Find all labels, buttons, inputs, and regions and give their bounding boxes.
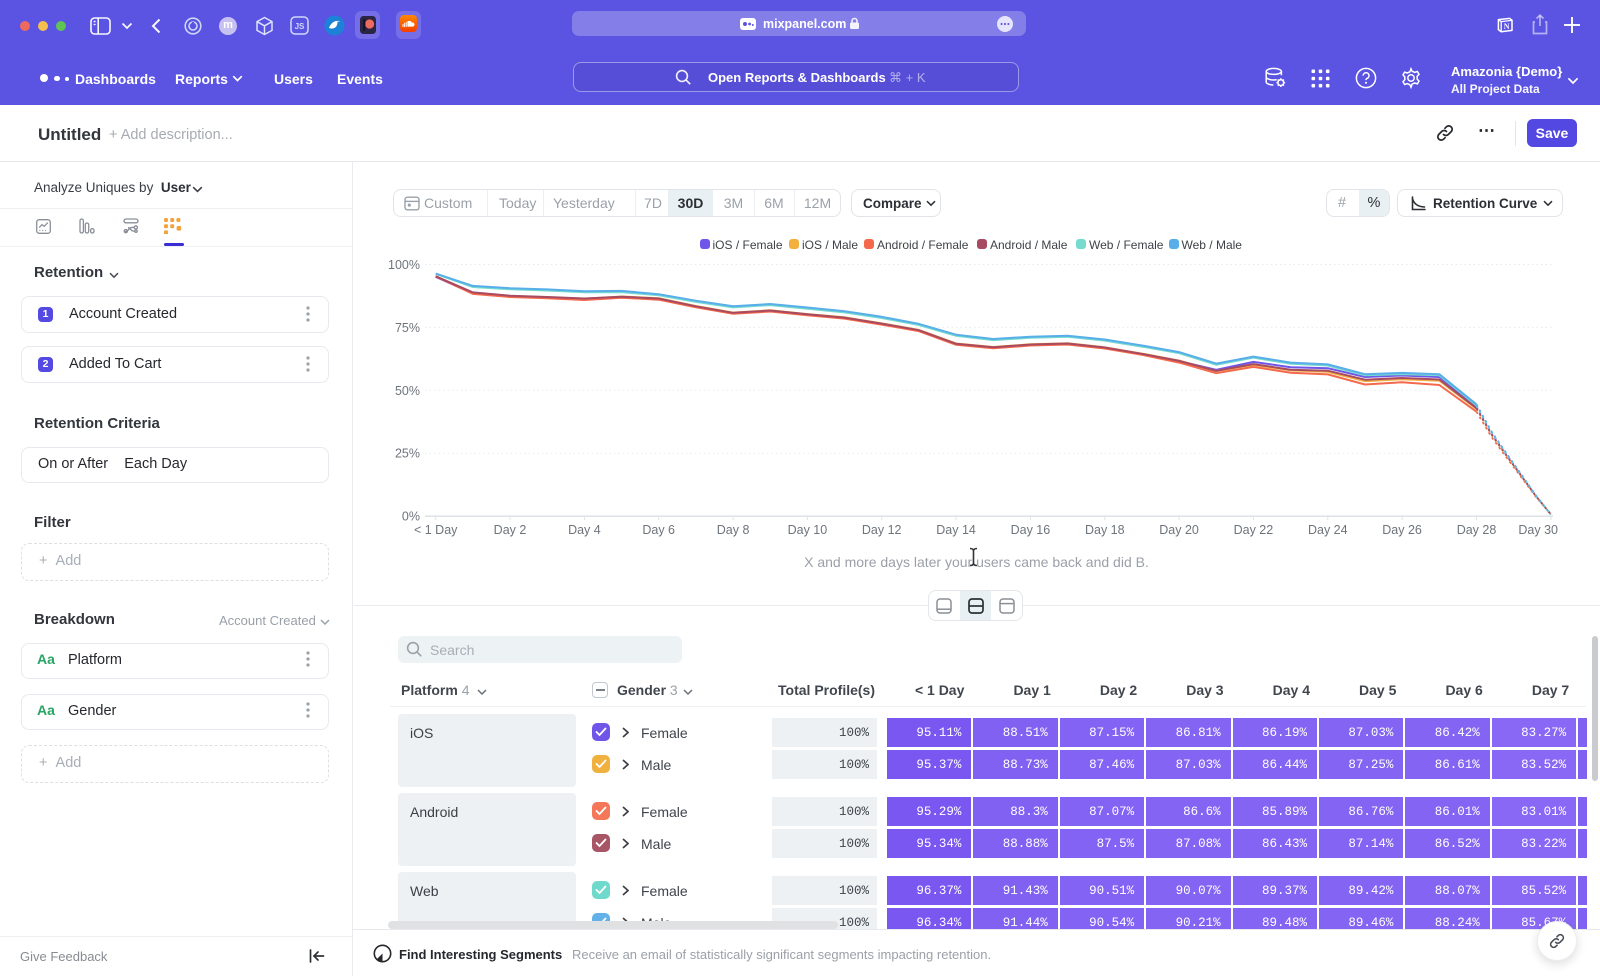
svg-text:Day 12: Day 12 (862, 523, 902, 537)
svg-text:Day 14: Day 14 (936, 523, 976, 537)
svg-text:75%: 75% (395, 321, 420, 335)
svg-text:JS: JS (295, 22, 305, 31)
svg-text:< 1 Day: < 1 Day (414, 523, 458, 537)
svg-text:Day 20: Day 20 (1159, 523, 1199, 537)
svg-text:25%: 25% (395, 447, 420, 461)
svg-text:50%: 50% (395, 384, 420, 398)
svg-text:Day 26: Day 26 (1382, 523, 1422, 537)
svg-text:Day 6: Day 6 (642, 523, 675, 537)
svg-text:Day 28: Day 28 (1457, 523, 1497, 537)
svg-text:Day 18: Day 18 (1085, 523, 1125, 537)
svg-text:Day 10: Day 10 (788, 523, 828, 537)
svg-text:Day 22: Day 22 (1234, 523, 1274, 537)
svg-text:100%: 100% (388, 258, 420, 272)
svg-text:Day 24: Day 24 (1308, 523, 1348, 537)
svg-text:Day 8: Day 8 (717, 523, 750, 537)
svg-text:Day 30: Day 30 (1518, 523, 1558, 537)
svg-text:Day 4: Day 4 (568, 523, 601, 537)
svg-text:Day 16: Day 16 (1011, 523, 1051, 537)
svg-text:Day 2: Day 2 (494, 523, 527, 537)
svg-text:N: N (1504, 22, 1510, 31)
svg-text:0%: 0% (402, 510, 420, 524)
